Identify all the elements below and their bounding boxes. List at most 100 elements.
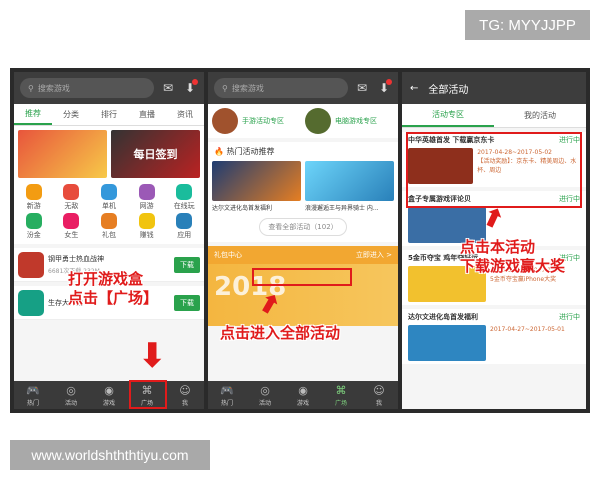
watermark-bottom: www.worldshththtiyu.com: [10, 440, 210, 470]
nav-me[interactable]: ☺ 我: [166, 381, 204, 409]
category-item[interactable]: 网游: [129, 184, 165, 211]
highlight-view-all: [252, 268, 352, 286]
card-title: 达尔文进化岛首发福利: [212, 205, 273, 212]
search-icon: ⚲: [222, 83, 228, 93]
tab-recommend[interactable]: 推荐: [14, 104, 52, 125]
tab-live[interactable]: 直播: [128, 104, 166, 125]
category-label: 新游: [26, 202, 41, 210]
nav-activity[interactable]: ◎ 活动: [246, 381, 284, 409]
fire-icon: 🔥: [214, 147, 224, 156]
game-icon: ◉: [104, 383, 114, 397]
search-icon: ⚲: [28, 83, 34, 93]
user-icon: ☺: [373, 383, 385, 397]
top-bar: ⚲ 搜索游戏 ✉ ⬇: [208, 72, 398, 104]
activity-cards: 达尔文进化岛首发福利 浪漫邂逅王与异界骑士 内...: [208, 161, 398, 214]
highlight-activity: [406, 132, 582, 208]
gift-center[interactable]: 礼包中心 立即进入 > 2018: [208, 246, 398, 326]
banner-checkin[interactable]: 每日签到: [111, 130, 200, 178]
category-icon: [100, 184, 117, 200]
search-placeholder: 搜索游戏: [37, 83, 70, 93]
bottom-nav: 🎮 热门 ◎ 活动 ◉ 游戏 ⌘ 广场 ☺ 我: [208, 381, 398, 409]
activity-text: 5金币夺宝赢iPhone大奖: [490, 276, 557, 283]
category-label: 无敌: [64, 202, 79, 210]
nav-hot[interactable]: 🎮 热门: [14, 381, 52, 409]
highlight-square: [129, 380, 167, 409]
search-input[interactable]: ⚲ 搜索游戏: [214, 78, 348, 98]
category-label: 礼包: [101, 231, 116, 239]
nav-me[interactable]: ☺ 我: [360, 381, 398, 409]
section-label: 热门活动推荐: [226, 147, 275, 156]
search-input[interactable]: ⚲ 搜索游戏: [20, 78, 154, 98]
nav-label: 热门: [26, 399, 39, 407]
tab-my-activity[interactable]: 我的活动: [494, 104, 586, 127]
card-image: [212, 161, 301, 201]
nav-label: 活动: [258, 399, 271, 407]
gamepad-icon: 🎮: [26, 383, 40, 397]
watermark-top: TG: MYYJJPP: [465, 10, 590, 40]
download-button[interactable]: 下载: [174, 256, 200, 273]
category-item[interactable]: 单机: [91, 184, 127, 211]
annotation-step1: 打开游戏盒 点击【广场】: [68, 270, 158, 308]
gift-link[interactable]: 立即进入 >: [356, 250, 392, 260]
download-icon[interactable]: ⬇: [376, 79, 392, 95]
activity-date: 2017-04-27~2017-05-01: [490, 326, 565, 333]
activity-icon: ◎: [260, 383, 270, 397]
nav-hot[interactable]: 🎮 热门: [208, 381, 246, 409]
category-item[interactable]: 新游: [16, 184, 52, 211]
activity-desc: 2017-04-27~2017-05-01: [490, 325, 565, 361]
annotation-line: 点击进入全部活动: [220, 324, 341, 342]
zone-label: 电脑游戏专区: [335, 117, 377, 125]
banner-left[interactable]: [18, 130, 107, 178]
activity-card[interactable]: 达尔文进化岛首发福利: [212, 161, 301, 214]
activity-title: 达尔文进化岛首发福利: [408, 313, 478, 321]
card-image: [305, 161, 394, 201]
mail-icon[interactable]: ✉: [354, 81, 370, 95]
category-icon: [138, 184, 155, 200]
gift-title: 礼包中心: [214, 251, 242, 259]
category-item[interactable]: 无敌: [54, 184, 90, 211]
nav-square[interactable]: ⌘ 广场: [322, 381, 360, 409]
category-item[interactable]: 赚钱: [129, 213, 165, 240]
mail-icon[interactable]: ✉: [160, 81, 176, 95]
tab-category[interactable]: 分类: [52, 104, 90, 125]
zone-row: 手游活动专区 电脑游戏专区: [208, 104, 398, 138]
category-icon: [25, 184, 42, 200]
activity-item[interactable]: 达尔文进化岛首发福利 进行中 2017-04-27~2017-05-01: [402, 309, 586, 364]
category-item[interactable]: 在线玩: [166, 184, 202, 211]
category-item[interactable]: 应用: [166, 213, 202, 240]
section-title: 🔥 热门活动推荐: [208, 142, 398, 161]
page-title: 全部活动: [428, 84, 469, 96]
download-icon[interactable]: ⬇: [182, 79, 198, 95]
category-icon: [176, 213, 193, 229]
back-arrow-icon[interactable]: ←: [410, 83, 418, 94]
view-all-button[interactable]: 查看全部活动（102）: [259, 218, 347, 236]
tab-rank[interactable]: 排行: [90, 104, 128, 125]
gamepad-icon: 🎮: [220, 383, 234, 397]
panel-square: ⚲ 搜索游戏 ✉ ⬇ 手游活动专区 电脑游戏专区 🔥 热门活动推荐 达尔文进化岛首…: [208, 72, 398, 409]
category-item[interactable]: 女生: [54, 213, 90, 240]
tab-activity-zone[interactable]: 活动专区: [402, 104, 494, 127]
nav-game[interactable]: ◉ 游戏: [284, 381, 322, 409]
activity-image: [408, 325, 486, 361]
category-label: 网游: [139, 202, 154, 210]
nav-game[interactable]: ◉ 游戏: [90, 381, 128, 409]
annotation-line: 点击本活动: [460, 238, 536, 256]
category-item[interactable]: 汾金: [16, 213, 52, 240]
category-label: 在线玩: [173, 202, 195, 210]
activity-card[interactable]: 浪漫邂逅王与异界骑士 内...: [305, 161, 394, 214]
zone-mobile[interactable]: 手游活动专区: [212, 108, 301, 134]
tab-bar: 活动专区 我的活动: [402, 104, 586, 128]
banner-row: 每日签到: [14, 126, 204, 182]
bottom-nav: 🎮 热门 ◎ 活动 ◉ 游戏 ⌘ 广场 ☺ 我: [14, 381, 204, 409]
tab-news[interactable]: 资讯: [166, 104, 204, 125]
app-icon: [18, 251, 44, 278]
app-name: 钢甲勇士热血战神: [48, 255, 104, 263]
zone-pc[interactable]: 电脑游戏专区: [305, 108, 394, 134]
category-grid: 新游 无敌 单机 网游 在线玩汾金 女生 礼包 赚钱 应用: [14, 182, 204, 244]
nav-label: 游戏: [296, 399, 309, 407]
panel-home: ⚲ 搜索游戏 ✉ ⬇ 推荐 分类 排行 直播 资讯 每日签到 新游 无敌 单机 网游 在线…: [14, 72, 204, 409]
download-button[interactable]: 下载: [174, 294, 200, 311]
category-item[interactable]: 礼包: [91, 213, 127, 240]
annotation-step2: 点击进入全部活动: [220, 324, 340, 343]
nav-activity[interactable]: ◎ 活动: [52, 381, 90, 409]
